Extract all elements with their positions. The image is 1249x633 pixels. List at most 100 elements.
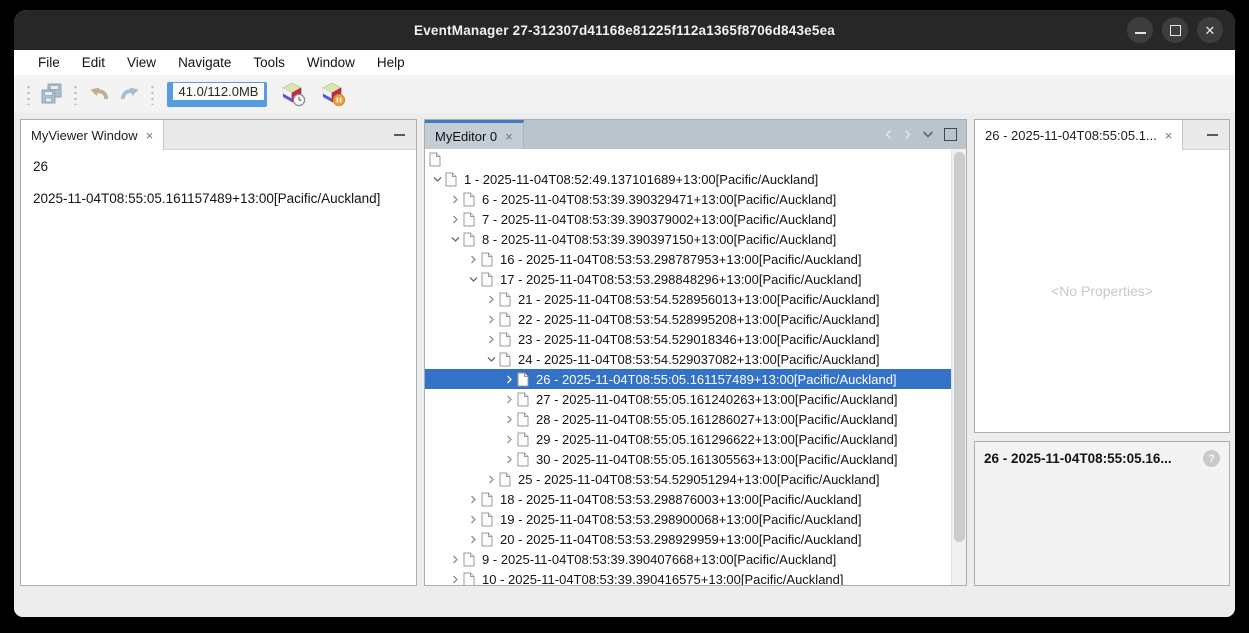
tree-row[interactable]: 8 - 2025-11-04T08:53:39.390397150+13:00[… xyxy=(425,229,952,249)
properties-panel: 26 - 2025-11-04T08:55:05.1... × <No Prop… xyxy=(974,119,1230,433)
cube-clock-icon xyxy=(280,81,306,107)
document-icon xyxy=(499,292,511,307)
tree-row[interactable]: 22 - 2025-11-04T08:53:54.528995208+13:00… xyxy=(425,309,952,329)
properties-tabbar: 26 - 2025-11-04T08:55:05.1... × xyxy=(975,120,1229,150)
heap-status-widget[interactable]: 41.0/112.0MB xyxy=(167,82,267,107)
menubar: FileEditViewNavigateToolsWindowHelp xyxy=(14,50,1235,75)
chevron-down-icon[interactable] xyxy=(429,174,445,185)
tree-row[interactable] xyxy=(425,149,952,169)
tree-item-label: 26 - 2025-11-04T08:55:05.161157489+13:00… xyxy=(536,372,897,387)
menu-file[interactable]: File xyxy=(27,55,71,70)
tree-row[interactable]: 9 - 2025-11-04T08:53:39.390407668+13:00[… xyxy=(425,549,952,569)
document-icon xyxy=(499,472,511,487)
close-button[interactable]: ✕ xyxy=(1197,17,1223,43)
tab-myeditor-0[interactable]: MyEditor 0 × xyxy=(425,120,524,149)
maximize-icon xyxy=(1170,25,1181,36)
close-tab-icon[interactable]: × xyxy=(146,129,154,142)
tree-row[interactable]: 21 - 2025-11-04T08:53:54.528956013+13:00… xyxy=(425,289,952,309)
event-scheduler-button[interactable] xyxy=(278,80,308,108)
chevron-right-icon[interactable] xyxy=(447,194,463,205)
tab-properties[interactable]: 26 - 2025-11-04T08:55:05.1... × xyxy=(975,120,1183,150)
tree-row[interactable]: 23 - 2025-11-04T08:53:54.529018346+13:00… xyxy=(425,329,952,349)
menu-edit[interactable]: Edit xyxy=(71,55,116,70)
chevron-right-icon[interactable] xyxy=(501,434,517,445)
tree-row[interactable]: 25 - 2025-11-04T08:53:54.529051294+13:00… xyxy=(425,469,952,489)
chevron-right-icon[interactable] xyxy=(483,474,499,485)
tree-row[interactable]: 6 - 2025-11-04T08:53:39.390329471+13:00[… xyxy=(425,189,952,209)
maximize-button[interactable] xyxy=(1162,17,1188,43)
document-icon xyxy=(445,172,457,187)
menu-window[interactable]: Window xyxy=(296,55,366,70)
undo-button[interactable] xyxy=(84,80,114,108)
tree-row[interactable]: 16 - 2025-11-04T08:53:53.298787953+13:00… xyxy=(425,249,952,269)
chevron-right-icon[interactable] xyxy=(447,214,463,225)
chevron-down-icon[interactable] xyxy=(483,354,499,365)
chevron-right-icon[interactable] xyxy=(501,394,517,405)
tree-row[interactable]: 1 - 2025-11-04T08:52:49.137101689+13:00[… xyxy=(425,169,952,189)
chevron-down-icon[interactable] xyxy=(447,234,463,245)
chevron-right-icon[interactable] xyxy=(483,334,499,345)
tree-row[interactable]: 30 - 2025-11-04T08:55:05.161305563+13:00… xyxy=(425,449,952,469)
chevron-down-icon[interactable] xyxy=(465,274,481,285)
scrollbar-thumb[interactable] xyxy=(954,152,965,542)
tree-item-label: 25 - 2025-11-04T08:53:54.529051294+13:00… xyxy=(518,472,880,487)
tree-item-label: 20 - 2025-11-04T08:53:53.298929959+13:00… xyxy=(500,532,862,547)
document-icon xyxy=(463,552,475,567)
chevron-right-icon[interactable] xyxy=(447,554,463,565)
minimize-part-icon[interactable] xyxy=(1207,134,1218,136)
close-tab-icon[interactable]: × xyxy=(505,130,513,143)
minimize-button[interactable] xyxy=(1127,17,1153,43)
tree-row[interactable]: 17 - 2025-11-04T08:53:53.298848296+13:00… xyxy=(425,269,952,289)
chevron-right-icon[interactable] xyxy=(483,314,499,325)
menu-view[interactable]: View xyxy=(116,55,167,70)
document-icon xyxy=(463,572,475,586)
view-menu-chevron-icon[interactable] xyxy=(922,130,934,139)
event-pause-button[interactable] xyxy=(318,80,348,108)
toolbar-separator xyxy=(26,84,31,105)
document-icon xyxy=(463,192,475,207)
tree-row[interactable]: 29 - 2025-11-04T08:55:05.161296622+13:00… xyxy=(425,429,952,449)
tree-item-label: 18 - 2025-11-04T08:53:53.298876003+13:00… xyxy=(500,492,862,507)
tree-item-label: 30 - 2025-11-04T08:55:05.161305563+13:00… xyxy=(536,452,898,467)
document-icon xyxy=(499,312,511,327)
tab-myviewer-window[interactable]: MyViewer Window × xyxy=(21,120,164,150)
maximize-part-icon[interactable] xyxy=(944,128,957,141)
tree-row[interactable]: 24 - 2025-11-04T08:53:54.529037082+13:00… xyxy=(425,349,952,369)
chevron-right-icon[interactable] xyxy=(465,254,481,265)
tree-row[interactable]: 20 - 2025-11-04T08:53:53.298929959+13:00… xyxy=(425,529,952,549)
chevron-right-icon[interactable] xyxy=(501,454,517,465)
document-icon xyxy=(499,352,511,367)
document-icon xyxy=(517,412,529,427)
chevron-right-icon[interactable] xyxy=(501,414,517,425)
tree-row[interactable]: 27 - 2025-11-04T08:55:05.161240263+13:00… xyxy=(425,389,952,409)
scroll-right-icon[interactable] xyxy=(903,129,912,140)
tree-item-label: 27 - 2025-11-04T08:55:05.161240263+13:00… xyxy=(536,392,898,407)
tree-row[interactable]: 19 - 2025-11-04T08:53:53.298900068+13:00… xyxy=(425,509,952,529)
chevron-right-icon[interactable] xyxy=(483,294,499,305)
scroll-left-icon[interactable] xyxy=(884,129,893,140)
tree-row[interactable]: 26 - 2025-11-04T08:55:05.161157489+13:00… xyxy=(425,369,952,389)
tree-row[interactable]: 18 - 2025-11-04T08:53:53.298876003+13:00… xyxy=(425,489,952,509)
editor-scrollbar[interactable] xyxy=(951,149,966,585)
tree-row[interactable]: 7 - 2025-11-04T08:53:39.390379002+13:00[… xyxy=(425,209,952,229)
help-icon[interactable]: ? xyxy=(1203,450,1220,467)
tree-item-label: 19 - 2025-11-04T08:53:53.298900068+13:00… xyxy=(500,512,862,527)
editor-panel: MyEditor 0 × 1 - 2025-11-04T08:52:49.137… xyxy=(424,119,967,586)
redo-button[interactable] xyxy=(114,80,144,108)
tree-item-label: 23 - 2025-11-04T08:53:54.529018346+13:00… xyxy=(518,332,880,347)
minimize-part-icon[interactable] xyxy=(394,134,405,136)
menu-help[interactable]: Help xyxy=(366,55,416,70)
tree-item-label: 10 - 2025-11-04T08:53:39.390416575+13:00… xyxy=(482,572,844,586)
tree-row[interactable]: 10 - 2025-11-04T08:53:39.390416575+13:00… xyxy=(425,569,952,585)
tree-row[interactable]: 28 - 2025-11-04T08:55:05.161286027+13:00… xyxy=(425,409,952,429)
save-all-button[interactable] xyxy=(37,80,67,108)
chevron-right-icon[interactable] xyxy=(501,374,517,385)
chevron-right-icon[interactable] xyxy=(465,494,481,505)
menu-tools[interactable]: Tools xyxy=(242,55,296,70)
chevron-right-icon[interactable] xyxy=(465,514,481,525)
chevron-right-icon[interactable] xyxy=(447,574,463,585)
minimize-icon xyxy=(1135,32,1146,34)
close-tab-icon[interactable]: × xyxy=(1165,129,1173,142)
chevron-right-icon[interactable] xyxy=(465,534,481,545)
menu-navigate[interactable]: Navigate xyxy=(167,55,242,70)
